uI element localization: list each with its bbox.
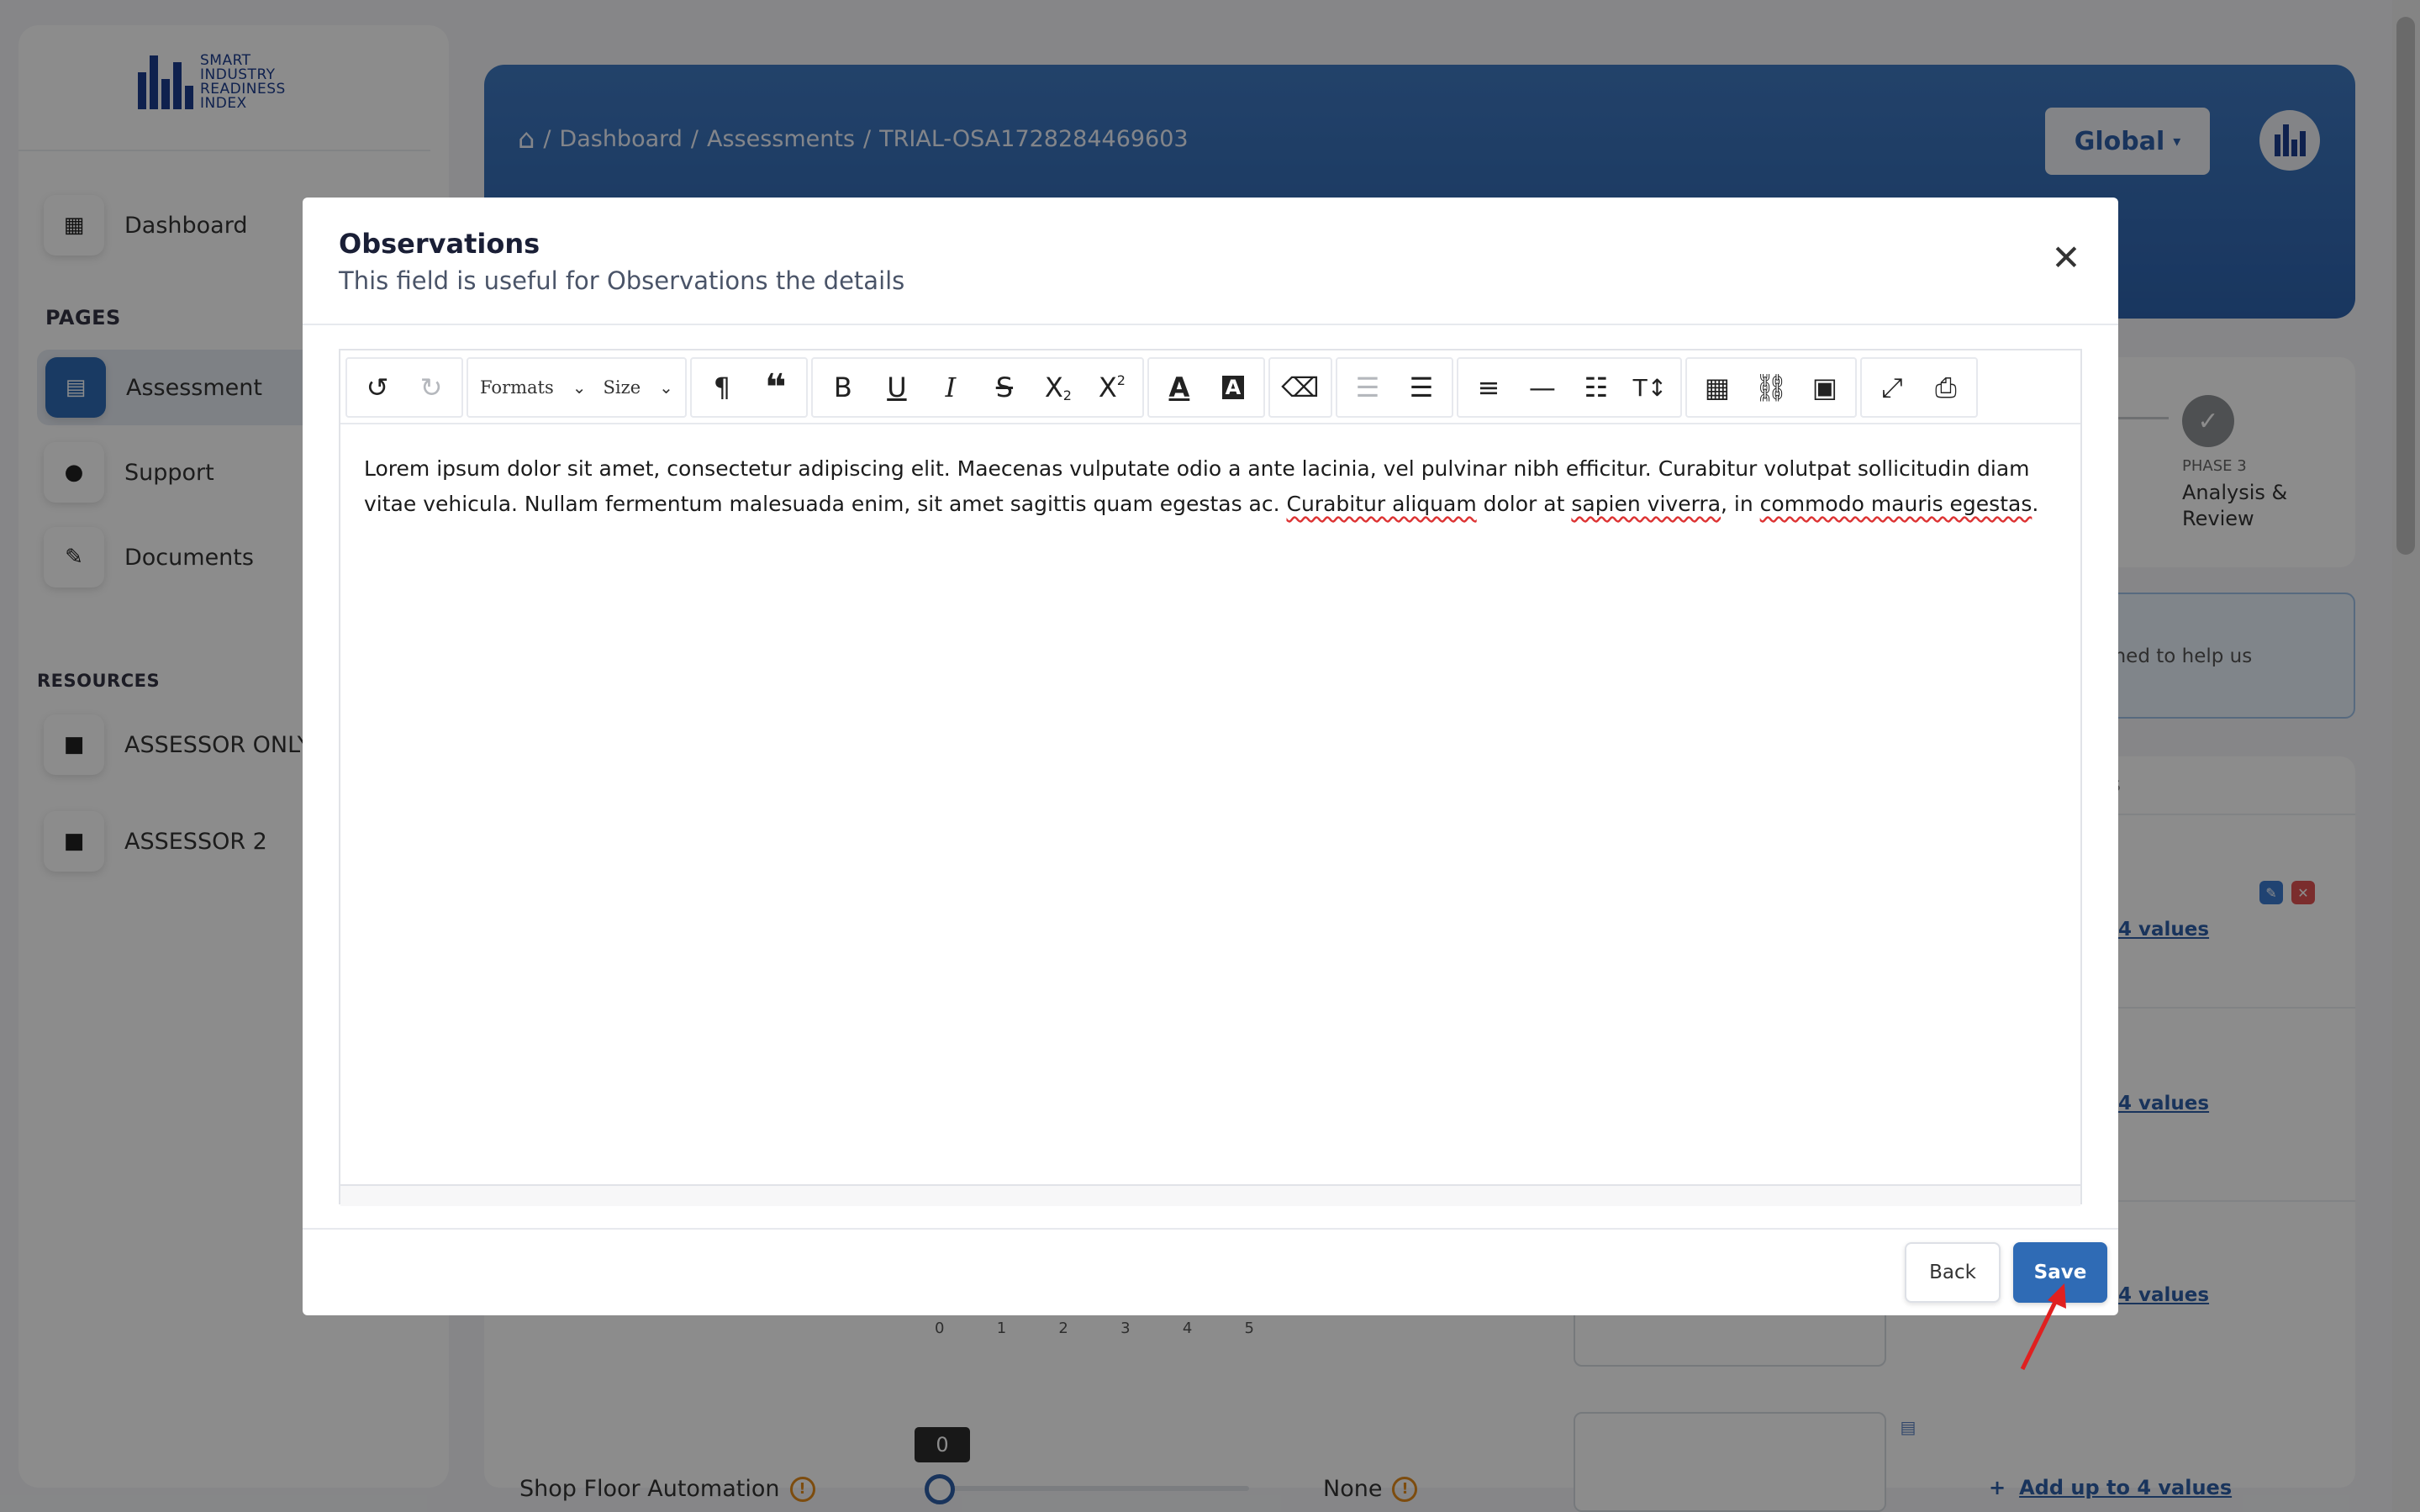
observations-modal: Observations This field is useful for Ob… — [303, 198, 2118, 1315]
block-group: ¶ ❝ — [689, 357, 808, 418]
modal-footer-divider — [303, 1228, 2118, 1230]
line-height-icon[interactable]: T↕ — [1623, 361, 1677, 414]
insert-group: ▦ ⛓ ▣ — [1685, 357, 1857, 418]
indent-icon[interactable]: ☰ — [1395, 361, 1448, 414]
view-group: ⤢ ⎙ — [1859, 357, 1978, 418]
image-icon[interactable]: ▣ — [1798, 361, 1852, 414]
fullscreen-icon[interactable]: ⤢ — [1865, 361, 1919, 414]
inline-format-group: B U I S X2 X2 — [810, 357, 1144, 418]
editor-statusbar — [340, 1184, 2080, 1206]
redo-icon[interactable]: ↻ — [404, 361, 458, 414]
history-group: ↺ ↻ — [345, 357, 463, 418]
size-select[interactable]: Size ⌄ — [595, 361, 682, 414]
rich-text-editor[interactable]: ↺ ↻ Formats ⌄ Size ⌄ ¶ ❝ B U I S X 2 X 2… — [339, 349, 2082, 1206]
formats-select[interactable]: Formats ⌄ — [472, 361, 595, 414]
paragraph-icon[interactable]: ¶ — [695, 361, 749, 414]
color-group: A A — [1147, 357, 1265, 418]
ordered-list-icon[interactable]: ☷ — [1569, 361, 1623, 414]
superscript-icon[interactable]: X2 — [1085, 361, 1139, 414]
back-button[interactable]: Back — [1905, 1242, 2001, 1303]
chevron-down-icon: ⌄ — [572, 377, 587, 398]
underline-icon[interactable]: U — [870, 361, 924, 414]
subscript-icon[interactable]: X2 — [1031, 361, 1085, 414]
clear-format-group: ⌫ — [1268, 357, 1332, 418]
modal-header-divider — [303, 324, 2118, 325]
chevron-down-icon: ⌄ — [659, 377, 673, 398]
paragraph-tools-group: ≡ — ☷ T↕ — [1456, 357, 1682, 418]
italic-icon[interactable]: I — [924, 361, 978, 414]
indent-group: ☰ ☰ — [1335, 357, 1453, 418]
editor-content[interactable]: Lorem ipsum dolor sit amet, consectetur … — [364, 451, 2059, 522]
align-left-icon[interactable]: ≡ — [1462, 361, 1516, 414]
outdent-icon[interactable]: ☰ — [1341, 361, 1395, 414]
pointer-arrow-icon — [2020, 1283, 2066, 1371]
bold-icon[interactable]: B — [816, 361, 870, 414]
modal-title: Observations — [339, 228, 540, 260]
undo-icon[interactable]: ↺ — [351, 361, 404, 414]
eraser-icon[interactable]: ⌫ — [1273, 361, 1327, 414]
highlight-color-icon[interactable]: A — [1206, 361, 1260, 414]
modal-subtitle: This field is useful for Observations th… — [339, 266, 905, 295]
blockquote-icon[interactable]: ❝ — [749, 361, 803, 414]
close-icon[interactable]: ✕ — [2049, 240, 2083, 276]
font-color-icon[interactable]: A — [1152, 361, 1206, 414]
table-icon[interactable]: ▦ — [1690, 361, 1744, 414]
strikethrough-icon[interactable]: S — [978, 361, 1031, 414]
editor-toolbar: ↺ ↻ Formats ⌄ Size ⌄ ¶ ❝ B U I S X 2 X 2… — [340, 350, 2080, 424]
print-icon[interactable]: ⎙ — [1919, 361, 1973, 414]
link-icon[interactable]: ⛓ — [1744, 361, 1798, 414]
horizontal-rule-icon[interactable]: — — [1516, 361, 1569, 414]
format-select-group: Formats ⌄ Size ⌄ — [467, 357, 687, 418]
